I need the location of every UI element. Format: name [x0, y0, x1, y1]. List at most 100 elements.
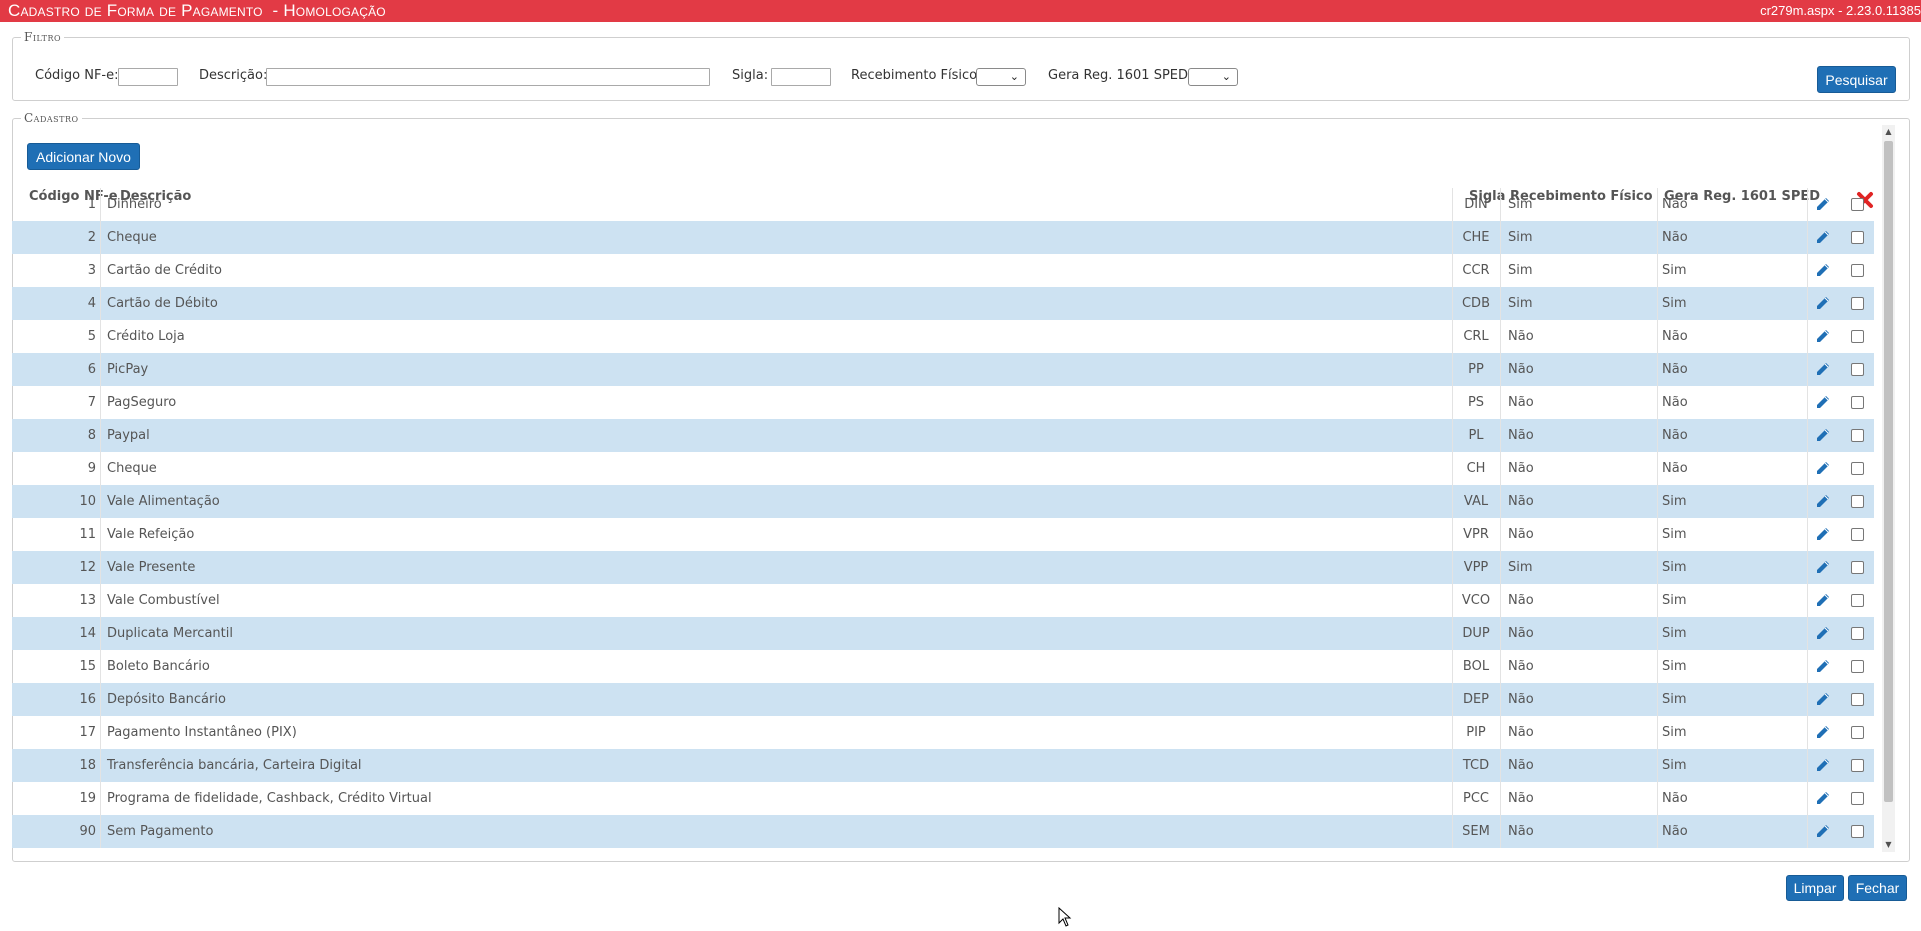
- table-row[interactable]: 90 Sem Pagamento SEM Não Não: [12, 815, 1874, 848]
- column-divider: [100, 716, 101, 749]
- row-select-checkbox[interactable]: [1851, 825, 1864, 838]
- recebimento-cell: Não: [1508, 329, 1534, 344]
- codigo-input[interactable]: [118, 68, 178, 86]
- column-divider: [1657, 254, 1658, 287]
- pencil-icon[interactable]: [1814, 525, 1832, 543]
- descricao-input[interactable]: [266, 68, 710, 86]
- table-row[interactable]: 4 Cartão de Débito CDB Sim Sim: [12, 287, 1874, 320]
- row-select-checkbox[interactable]: [1851, 462, 1864, 475]
- table-row[interactable]: 2 Cheque CHE Sim Não: [12, 221, 1874, 254]
- pencil-icon[interactable]: [1814, 195, 1832, 213]
- row-select-checkbox[interactable]: [1851, 726, 1864, 739]
- pencil-icon[interactable]: [1814, 624, 1832, 642]
- column-divider: [1807, 617, 1808, 650]
- grid-scrollbar[interactable]: ▲ ▼: [1882, 125, 1895, 852]
- gera-cell: Sim: [1662, 527, 1687, 542]
- sigla-input[interactable]: [771, 68, 831, 86]
- close-button[interactable]: Fechar: [1848, 875, 1907, 901]
- pencil-icon[interactable]: [1814, 393, 1832, 411]
- pencil-icon[interactable]: [1814, 492, 1832, 510]
- version-label: cr279m.aspx - 2.23.0.11385: [1760, 3, 1921, 18]
- add-new-button[interactable]: Adicionar Novo: [27, 143, 140, 170]
- table-row[interactable]: 7 PagSeguro PS Não Não: [12, 386, 1874, 419]
- column-divider: [1452, 419, 1453, 452]
- column-divider: [1452, 551, 1453, 584]
- gera-select[interactable]: ⌄: [1188, 68, 1238, 86]
- recebimento-cell: Não: [1508, 461, 1534, 476]
- search-button[interactable]: Pesquisar: [1817, 66, 1896, 93]
- scroll-thumb[interactable]: [1884, 141, 1893, 802]
- pencil-icon[interactable]: [1814, 657, 1832, 675]
- column-divider: [1500, 551, 1501, 584]
- scroll-down-arrow-icon[interactable]: ▼: [1882, 838, 1895, 852]
- row-select-checkbox[interactable]: [1851, 396, 1864, 409]
- mouse-cursor-icon: [1058, 907, 1072, 927]
- table-row[interactable]: 16 Depósito Bancário DEP Não Sim: [12, 683, 1874, 716]
- table-row[interactable]: 12 Vale Presente VPP Sim Sim: [12, 551, 1874, 584]
- filter-panel: Filtro Código NF-e: Descrição: Sigla: Re…: [12, 30, 1910, 101]
- table-row[interactable]: 9 Cheque CH Não Não: [12, 452, 1874, 485]
- scroll-up-arrow-icon[interactable]: ▲: [1882, 125, 1895, 139]
- table-row[interactable]: 19 Programa de fidelidade, Cashback, Créd…: [12, 782, 1874, 815]
- table-row[interactable]: 8 Paypal PL Não Não: [12, 419, 1874, 452]
- table-row[interactable]: 17 Pagamento Instantâneo (PIX) PIP Não Sim: [12, 716, 1874, 749]
- pencil-icon[interactable]: [1814, 723, 1832, 741]
- row-select-checkbox[interactable]: [1851, 330, 1864, 343]
- table-row[interactable]: 1 Dinheiro DIN Sim Não: [12, 188, 1874, 221]
- table-row[interactable]: 13 Vale Combustível VCO Não Sim: [12, 584, 1874, 617]
- row-select-checkbox[interactable]: [1851, 627, 1864, 640]
- table-row[interactable]: 15 Boleto Bancário BOL Não Sim: [12, 650, 1874, 683]
- row-select-checkbox[interactable]: [1851, 429, 1864, 442]
- table-row[interactable]: 5 Crédito Loja CRL Não Não: [12, 320, 1874, 353]
- codigo-cell: 10: [79, 494, 96, 509]
- table-row[interactable]: 10 Vale Alimentação VAL Não Sim: [12, 485, 1874, 518]
- row-select-checkbox[interactable]: [1851, 231, 1864, 244]
- column-divider: [1500, 815, 1501, 848]
- column-divider: [1452, 485, 1453, 518]
- table-row[interactable]: 11 Vale Refeição VPR Não Sim: [12, 518, 1874, 551]
- pencil-icon[interactable]: [1814, 228, 1832, 246]
- table-row[interactable]: 3 Cartão de Crédito CCR Sim Sim: [12, 254, 1874, 287]
- row-select-checkbox[interactable]: [1851, 363, 1864, 376]
- row-select-checkbox[interactable]: [1851, 561, 1864, 574]
- pencil-icon[interactable]: [1814, 294, 1832, 312]
- row-select-checkbox[interactable]: [1851, 759, 1864, 772]
- row-select-checkbox[interactable]: [1851, 528, 1864, 541]
- row-select-checkbox[interactable]: [1851, 660, 1864, 673]
- gera-cell: Não: [1662, 791, 1688, 806]
- sigla-label: Sigla:: [732, 68, 769, 83]
- row-select-checkbox[interactable]: [1851, 297, 1864, 310]
- row-select-checkbox[interactable]: [1851, 693, 1864, 706]
- pencil-icon[interactable]: [1814, 327, 1832, 345]
- recebimento-select[interactable]: ⌄: [976, 68, 1026, 86]
- descricao-cell: Pagamento Instantâneo (PIX): [107, 725, 297, 740]
- table-row[interactable]: 14 Duplicata Mercantil DUP Não Sim: [12, 617, 1874, 650]
- pencil-icon[interactable]: [1814, 690, 1832, 708]
- clear-button[interactable]: Limpar: [1786, 875, 1844, 901]
- row-select-checkbox[interactable]: [1851, 594, 1864, 607]
- pencil-icon[interactable]: [1814, 261, 1832, 279]
- sigla-cell: VPR: [1463, 527, 1489, 542]
- recebimento-cell: Não: [1508, 626, 1534, 641]
- recebimento-cell: Não: [1508, 593, 1534, 608]
- pencil-icon[interactable]: [1814, 426, 1832, 444]
- column-divider: [1657, 584, 1658, 617]
- pencil-icon[interactable]: [1814, 360, 1832, 378]
- pencil-icon[interactable]: [1814, 558, 1832, 576]
- column-divider: [1657, 617, 1658, 650]
- pencil-icon[interactable]: [1814, 756, 1832, 774]
- table-row[interactable]: 6 PicPay PP Não Não: [12, 353, 1874, 386]
- row-select-checkbox[interactable]: [1851, 198, 1864, 211]
- pencil-icon[interactable]: [1814, 459, 1832, 477]
- table-row[interactable]: 18 Transferência bancária, Carteira Digit…: [12, 749, 1874, 782]
- row-select-checkbox[interactable]: [1851, 264, 1864, 277]
- descricao-cell: Duplicata Mercantil: [107, 626, 233, 641]
- row-select-checkbox[interactable]: [1851, 792, 1864, 805]
- codigo-cell: 90: [79, 824, 96, 839]
- column-divider: [1807, 419, 1808, 452]
- pencil-icon[interactable]: [1814, 591, 1832, 609]
- pencil-icon[interactable]: [1814, 822, 1832, 840]
- row-select-checkbox[interactable]: [1851, 495, 1864, 508]
- pencil-icon[interactable]: [1814, 789, 1832, 807]
- column-divider: [1657, 419, 1658, 452]
